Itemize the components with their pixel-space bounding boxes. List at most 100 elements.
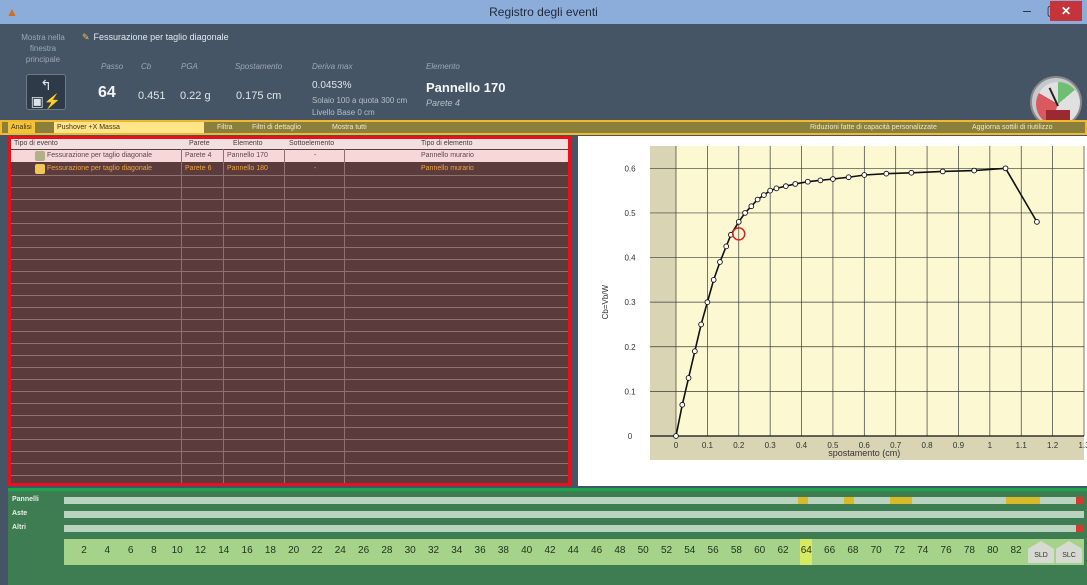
timeline-track-altri[interactable] xyxy=(64,525,1084,532)
step-label[interactable]: 20 xyxy=(284,545,304,556)
grid-line xyxy=(11,427,568,428)
filter-details-button[interactable]: Filtri di dettaglio xyxy=(252,122,301,133)
column-divider xyxy=(181,149,182,483)
step-label[interactable]: 72 xyxy=(890,545,910,556)
back-arrow-icon: ↰ xyxy=(40,77,52,93)
grid-line xyxy=(11,283,568,284)
grid-line xyxy=(11,391,568,392)
update-button[interactable]: Aggiorna sottili di riutilizzo xyxy=(972,122,1053,133)
step-label[interactable]: 34 xyxy=(447,545,467,556)
step-label[interactable]: 46 xyxy=(587,545,607,556)
show-in-main-button[interactable]: ↰ ▣⚡ xyxy=(26,74,66,110)
step-timeline: Pannelli Aste Altri 2 4 6 8 10 12 14 16 18 20 22 24… xyxy=(8,488,1087,585)
minimize-button[interactable]: – xyxy=(1014,0,1040,22)
step-label[interactable]: 64 xyxy=(796,545,816,556)
step-label[interactable]: 82 xyxy=(1006,545,1026,556)
step-label[interactable]: 16 xyxy=(237,545,257,556)
step-label[interactable]: 38 xyxy=(493,545,513,556)
col-elemento: Elemento xyxy=(426,62,460,71)
col-pga: PGA xyxy=(181,62,198,71)
plot-area xyxy=(676,146,1084,436)
show-all-button[interactable]: Mostra tutti xyxy=(332,122,367,133)
data-point xyxy=(883,170,890,177)
step-bar[interactable]: 2 4 6 8 10 12 14 16 18 20 22 24 26 28 30 32 34 36 38 40 42 44… xyxy=(64,539,1084,565)
data-point xyxy=(908,169,915,176)
step-label[interactable]: 70 xyxy=(866,545,886,556)
step-label[interactable]: 54 xyxy=(680,545,700,556)
data-point xyxy=(685,375,692,381)
step-label[interactable]: 10 xyxy=(167,545,187,556)
step-label[interactable]: 60 xyxy=(750,545,770,556)
step-label[interactable]: 42 xyxy=(540,545,560,556)
filter-button[interactable]: Filtra xyxy=(217,122,233,133)
x-tick-label: 0 xyxy=(674,441,679,450)
table-row[interactable]: Fessurazione per taglio diagonale Parete … xyxy=(11,150,568,162)
grid-line xyxy=(11,331,568,332)
data-point xyxy=(748,203,755,210)
data-point xyxy=(971,167,978,174)
grid-line xyxy=(11,367,568,368)
custom-capacity-button[interactable]: Riduzioni fatte di capacità personalizza… xyxy=(810,122,937,133)
step-label[interactable]: 32 xyxy=(424,545,444,556)
step-label[interactable]: 28 xyxy=(377,545,397,556)
event-title: ✎ Fessurazione per taglio diagonale xyxy=(82,32,229,43)
step-label[interactable]: 62 xyxy=(773,545,793,556)
step-label[interactable]: 14 xyxy=(214,545,234,556)
data-point xyxy=(754,196,761,203)
step-label[interactable]: 44 xyxy=(563,545,583,556)
cell-tipo: Fessurazione per taglio diagonale xyxy=(47,165,153,172)
grid-line xyxy=(11,463,568,464)
step-label[interactable]: 66 xyxy=(820,545,840,556)
grid-line xyxy=(11,343,568,344)
step-label[interactable]: 8 xyxy=(144,545,164,556)
data-point xyxy=(792,181,799,187)
step-label[interactable]: 80 xyxy=(983,545,1003,556)
deriva-value: 0.0453% xyxy=(312,80,352,91)
step-label[interactable]: 50 xyxy=(633,545,653,556)
grid-line xyxy=(11,379,568,380)
close-button[interactable]: ✕ xyxy=(1050,1,1082,21)
pushover-chart: 00.10.20.30.40.50.60.70.80.911.11.21.300… xyxy=(578,136,1087,486)
timeline-label-aste: Aste xyxy=(12,510,28,517)
timeline-track-aste[interactable] xyxy=(64,511,1084,518)
header-parete: Parete xyxy=(189,140,210,147)
y-tick-label: 0 xyxy=(628,432,633,441)
step-label[interactable]: 18 xyxy=(260,545,280,556)
x-tick-label: 1.3 xyxy=(1078,441,1087,450)
data-point xyxy=(723,243,730,250)
timeline-label-altri: Altri xyxy=(12,524,26,531)
step-label[interactable]: 56 xyxy=(703,545,723,556)
data-point xyxy=(735,218,742,225)
grid-line xyxy=(11,439,568,440)
step-label[interactable]: 2 xyxy=(74,545,94,556)
step-label[interactable]: 4 xyxy=(97,545,117,556)
table-row[interactable]: Fessurazione per taglio diagonale Parete … xyxy=(11,163,568,175)
step-label[interactable]: 52 xyxy=(657,545,677,556)
event-info-panel: Mostra nella finestra principale ↰ ▣⚡ ✎ F… xyxy=(0,24,1087,128)
analysis-select[interactable]: Pushover +X Massa xyxy=(54,122,204,133)
events-table: Tipo di evento Parete Elemento Sottoelem… xyxy=(8,136,571,486)
step-label[interactable]: 12 xyxy=(191,545,211,556)
cell-parete: Parete 6 xyxy=(185,165,212,172)
column-divider xyxy=(284,149,285,483)
step-label[interactable]: 6 xyxy=(121,545,141,556)
step-label[interactable]: 40 xyxy=(517,545,537,556)
step-label[interactable]: 74 xyxy=(913,545,933,556)
data-point xyxy=(698,321,704,328)
y-tick-label: 0.1 xyxy=(624,387,636,396)
step-label[interactable]: 26 xyxy=(354,545,374,556)
y-tick-label: 0.2 xyxy=(624,343,636,352)
step-label[interactable]: 58 xyxy=(726,545,746,556)
step-label[interactable]: 22 xyxy=(307,545,327,556)
timeline-track-pannelli[interactable] xyxy=(64,497,1084,504)
step-label[interactable]: 78 xyxy=(959,545,979,556)
step-label[interactable]: 30 xyxy=(400,545,420,556)
step-label[interactable]: 24 xyxy=(330,545,350,556)
step-label[interactable]: 36 xyxy=(470,545,490,556)
col-cb: Cb xyxy=(141,62,152,71)
step-label[interactable]: 48 xyxy=(610,545,630,556)
step-label[interactable]: 76 xyxy=(936,545,956,556)
header-tipo: Tipo di evento xyxy=(14,140,58,147)
timeline-label-pannelli: Pannelli xyxy=(12,496,39,503)
step-label[interactable]: 68 xyxy=(843,545,863,556)
